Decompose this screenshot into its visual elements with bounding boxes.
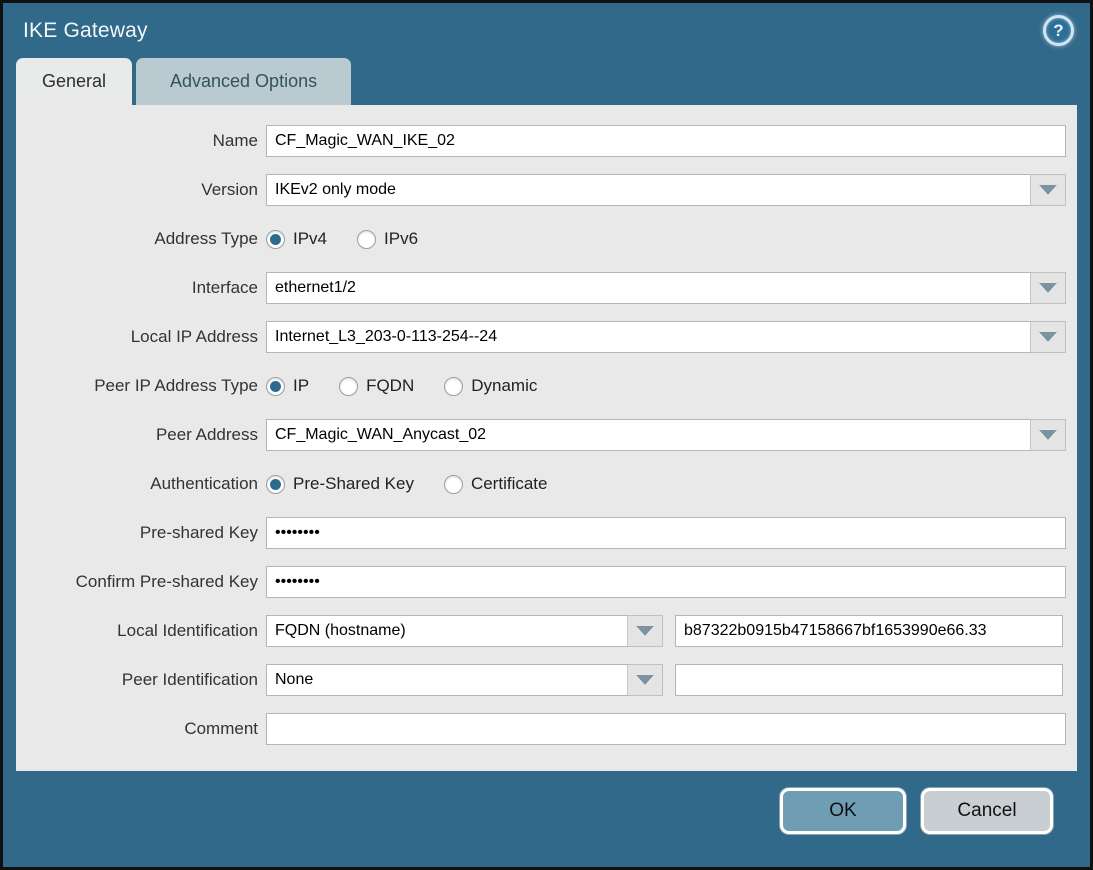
confirm-pre-shared-key-label: Confirm Pre-shared Key — [16, 572, 258, 592]
peer-identification-row: Peer Identification — [16, 664, 1077, 696]
peer-address-label: Peer Address — [16, 425, 258, 445]
radio-dynamic-label: Dynamic — [471, 376, 537, 396]
radio-pre-shared-key[interactable]: Pre-Shared Key — [266, 474, 414, 494]
radio-unselected-icon — [339, 377, 358, 396]
comment-row: Comment — [16, 713, 1077, 745]
peer-identification-label: Peer Identification — [16, 670, 258, 690]
comment-label: Comment — [16, 719, 258, 739]
radio-ipv6[interactable]: IPv6 — [357, 229, 418, 249]
local-identification-label: Local Identification — [16, 621, 258, 641]
peer-address-dropdown-button[interactable] — [1031, 419, 1066, 451]
peer-identification-type-select[interactable] — [266, 664, 628, 696]
authentication-label: Authentication — [16, 474, 258, 494]
cancel-button[interactable]: Cancel — [921, 788, 1053, 834]
general-tab-panel: Name Version Address Type IPv4 — [16, 105, 1077, 771]
local-ip-address-dropdown-button[interactable] — [1031, 321, 1066, 353]
address-type-row: Address Type IPv4 IPv6 — [16, 223, 1077, 255]
peer-ip-address-type-label: Peer IP Address Type — [16, 376, 258, 396]
interface-row: Interface — [16, 272, 1077, 304]
local-identification-type-select[interactable] — [266, 615, 628, 647]
radio-fqdn[interactable]: FQDN — [339, 376, 414, 396]
peer-identification-value-input[interactable] — [675, 664, 1063, 696]
confirm-pre-shared-key-input[interactable] — [266, 566, 1066, 598]
radio-pre-shared-key-label: Pre-Shared Key — [293, 474, 414, 494]
radio-selected-icon — [266, 230, 285, 249]
chevron-down-icon — [636, 675, 654, 685]
radio-selected-icon — [266, 377, 285, 396]
chevron-down-icon — [1039, 185, 1057, 195]
version-dropdown-button[interactable] — [1031, 174, 1066, 206]
radio-certificate[interactable]: Certificate — [444, 474, 548, 494]
radio-unselected-icon — [444, 377, 463, 396]
radio-unselected-icon — [357, 230, 376, 249]
version-input[interactable] — [266, 174, 1031, 206]
tab-general[interactable]: General — [16, 58, 132, 105]
radio-certificate-label: Certificate — [471, 474, 548, 494]
radio-ipv4[interactable]: IPv4 — [266, 229, 327, 249]
radio-fqdn-label: FQDN — [366, 376, 414, 396]
local-identification-value-input[interactable] — [675, 615, 1063, 647]
local-identification-row: Local Identification — [16, 615, 1077, 647]
radio-ip[interactable]: IP — [266, 376, 309, 396]
name-label: Name — [16, 131, 258, 151]
peer-ip-address-type-row: Peer IP Address Type IP FQDN Dynamic — [16, 370, 1077, 402]
pre-shared-key-row: Pre-shared Key — [16, 517, 1077, 549]
local-ip-address-input[interactable] — [266, 321, 1031, 353]
radio-ipv4-label: IPv4 — [293, 229, 327, 249]
address-type-label: Address Type — [16, 229, 258, 249]
version-row: Version — [16, 174, 1077, 206]
local-identification-dropdown-button[interactable] — [628, 615, 663, 647]
titlebar: IKE Gateway ? — [3, 3, 1090, 58]
name-input[interactable] — [266, 125, 1066, 157]
local-ip-address-row: Local IP Address — [16, 321, 1077, 353]
peer-identification-dropdown-button[interactable] — [628, 664, 663, 696]
chevron-down-icon — [1039, 283, 1057, 293]
interface-input[interactable] — [266, 272, 1031, 304]
footer: OK Cancel — [3, 771, 1090, 834]
tab-advanced-options[interactable]: Advanced Options — [136, 58, 351, 105]
peer-address-row: Peer Address — [16, 419, 1077, 451]
version-label: Version — [16, 180, 258, 200]
peer-address-input[interactable] — [266, 419, 1031, 451]
ike-gateway-dialog: IKE Gateway ? General Advanced Options N… — [0, 0, 1093, 870]
local-ip-address-label: Local IP Address — [16, 327, 258, 347]
tab-bar: General Advanced Options — [3, 58, 1090, 105]
radio-unselected-icon — [444, 475, 463, 494]
chevron-down-icon — [636, 626, 654, 636]
radio-ip-label: IP — [293, 376, 309, 396]
interface-dropdown-button[interactable] — [1031, 272, 1066, 304]
pre-shared-key-label: Pre-shared Key — [16, 523, 258, 543]
interface-label: Interface — [16, 278, 258, 298]
radio-selected-icon — [266, 475, 285, 494]
comment-input[interactable] — [266, 713, 1066, 745]
chevron-down-icon — [1039, 430, 1057, 440]
authentication-row: Authentication Pre-Shared Key Certificat… — [16, 468, 1077, 500]
radio-ipv6-label: IPv6 — [384, 229, 418, 249]
pre-shared-key-input[interactable] — [266, 517, 1066, 549]
confirm-pre-shared-key-row: Confirm Pre-shared Key — [16, 566, 1077, 598]
name-row: Name — [16, 125, 1077, 157]
radio-dynamic[interactable]: Dynamic — [444, 376, 537, 396]
dialog-title: IKE Gateway — [23, 19, 148, 43]
ok-button[interactable]: OK — [780, 788, 906, 834]
chevron-down-icon — [1039, 332, 1057, 342]
help-icon[interactable]: ? — [1043, 15, 1074, 46]
